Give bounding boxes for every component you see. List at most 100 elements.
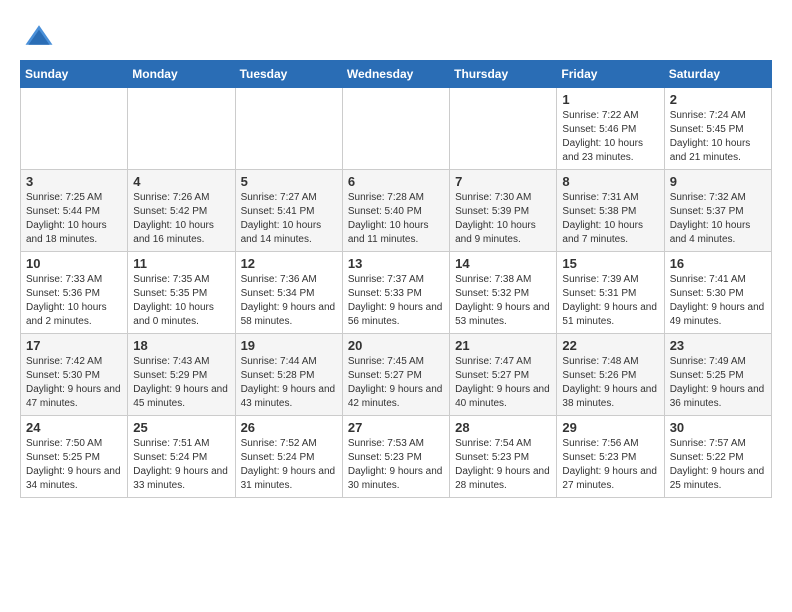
day-cell: [342, 88, 449, 170]
day-cell: 22Sunrise: 7:48 AM Sunset: 5:26 PM Dayli…: [557, 334, 664, 416]
header-sunday: Sunday: [21, 61, 128, 88]
day-number: 4: [133, 174, 229, 189]
day-number: 17: [26, 338, 122, 353]
day-info: Sunrise: 7:27 AM Sunset: 5:41 PM Dayligh…: [241, 191, 337, 247]
header-tuesday: Tuesday: [235, 61, 342, 88]
day-number: 13: [348, 256, 444, 271]
day-cell: 3 Sunrise: 7:25 AM Sunset: 5:44 PM Daylig…: [21, 170, 128, 252]
day-number: 24: [26, 420, 122, 435]
day-info: Sunrise: 7:51 AM Sunset: 5:24 PM Dayligh…: [133, 437, 229, 493]
day-cell: 17 Sunrise: 7:42 AM Sunset: 5:30 PM Dayli…: [21, 334, 128, 416]
logo-text: [20, 20, 54, 55]
day-cell: 27 Sunrise: 7:53 AM Sunset: 5:23 PM Dayli…: [342, 416, 449, 498]
day-cell: 21Sunrise: 7:47 AM Sunset: 5:27 PM Dayli…: [450, 334, 557, 416]
week-row-2: 3 Sunrise: 7:25 AM Sunset: 5:44 PM Daylig…: [21, 170, 772, 252]
day-info: Sunrise: 7:30 AM Sunset: 5:39 PM Dayligh…: [455, 191, 551, 247]
day-info: Sunrise: 7:54 AM Sunset: 5:23 PM Dayligh…: [455, 437, 551, 493]
day-number: 3: [26, 174, 122, 189]
day-number: 10: [26, 256, 122, 271]
day-cell: 12 Sunrise: 7:36 AM Sunset: 5:34 PM Dayli…: [235, 252, 342, 334]
logo-icon: [24, 20, 54, 50]
day-info: Sunrise: 7:38 AM Sunset: 5:32 PM Dayligh…: [455, 273, 551, 329]
week-row-5: 24 Sunrise: 7:50 AM Sunset: 5:25 PM Dayli…: [21, 416, 772, 498]
day-cell: 25 Sunrise: 7:51 AM Sunset: 5:24 PM Dayli…: [128, 416, 235, 498]
day-info: Sunrise: 7:25 AM Sunset: 5:44 PM Dayligh…: [26, 191, 122, 247]
day-info: Sunrise: 7:22 AM Sunset: 5:46 PM Dayligh…: [562, 109, 658, 165]
day-info: Sunrise: 7:44 AM Sunset: 5:28 PM Dayligh…: [241, 355, 337, 411]
day-cell: 9 Sunrise: 7:32 AM Sunset: 5:37 PM Daylig…: [664, 170, 771, 252]
day-number: 5: [241, 174, 337, 189]
day-number: 30: [670, 420, 766, 435]
day-number: 1: [562, 92, 658, 107]
day-cell: 6 Sunrise: 7:28 AM Sunset: 5:40 PM Daylig…: [342, 170, 449, 252]
day-info: Sunrise: 7:37 AM Sunset: 5:33 PM Dayligh…: [348, 273, 444, 329]
calendar-header-row: SundayMondayTuesdayWednesdayThursdayFrid…: [21, 61, 772, 88]
logo: [20, 20, 54, 50]
day-info: Sunrise: 7:33 AM Sunset: 5:36 PM Dayligh…: [26, 273, 122, 329]
day-info: Sunrise: 7:32 AM Sunset: 5:37 PM Dayligh…: [670, 191, 766, 247]
day-number: 9: [670, 174, 766, 189]
day-cell: 7 Sunrise: 7:30 AM Sunset: 5:39 PM Daylig…: [450, 170, 557, 252]
day-cell: 8Sunrise: 7:31 AM Sunset: 5:38 PM Daylig…: [557, 170, 664, 252]
day-info: Sunrise: 7:24 AM Sunset: 5:45 PM Dayligh…: [670, 109, 766, 165]
day-cell: 28 Sunrise: 7:54 AM Sunset: 5:23 PM Dayli…: [450, 416, 557, 498]
day-cell: 29Sunrise: 7:56 AM Sunset: 5:23 PM Dayli…: [557, 416, 664, 498]
header-friday: Friday: [557, 61, 664, 88]
day-info: Sunrise: 7:42 AM Sunset: 5:30 PM Dayligh…: [26, 355, 122, 411]
header: [20, 20, 772, 50]
day-info: Sunrise: 7:53 AM Sunset: 5:23 PM Dayligh…: [348, 437, 444, 493]
day-number: 12: [241, 256, 337, 271]
day-info: Sunrise: 7:45 AM Sunset: 5:27 PM Dayligh…: [348, 355, 444, 411]
day-info: Sunrise: 7:49 AM Sunset: 5:25 PM Dayligh…: [670, 355, 766, 411]
day-info: Sunrise: 7:28 AM Sunset: 5:40 PM Dayligh…: [348, 191, 444, 247]
day-number: 29: [562, 420, 658, 435]
day-info: Sunrise: 7:36 AM Sunset: 5:34 PM Dayligh…: [241, 273, 337, 329]
day-cell: 1 Sunrise: 7:22 AM Sunset: 5:46 PM Daylig…: [557, 88, 664, 170]
day-number: 18: [133, 338, 229, 353]
day-info: Sunrise: 7:57 AM Sunset: 5:22 PM Dayligh…: [670, 437, 766, 493]
day-number: 2: [670, 92, 766, 107]
day-number: 7: [455, 174, 551, 189]
day-cell: 15 Sunrise: 7:39 AM Sunset: 5:31 PM Dayli…: [557, 252, 664, 334]
week-row-4: 17 Sunrise: 7:42 AM Sunset: 5:30 PM Dayli…: [21, 334, 772, 416]
day-number: 20: [348, 338, 444, 353]
day-info: Sunrise: 7:41 AM Sunset: 5:30 PM Dayligh…: [670, 273, 766, 329]
day-info: Sunrise: 7:26 AM Sunset: 5:42 PM Dayligh…: [133, 191, 229, 247]
day-number: 27: [348, 420, 444, 435]
day-info: Sunrise: 7:39 AM Sunset: 5:31 PM Dayligh…: [562, 273, 658, 329]
day-cell: 20 Sunrise: 7:45 AM Sunset: 5:27 PM Dayli…: [342, 334, 449, 416]
header-saturday: Saturday: [664, 61, 771, 88]
day-number: 8: [562, 174, 658, 189]
day-info: Sunrise: 7:50 AM Sunset: 5:25 PM Dayligh…: [26, 437, 122, 493]
week-row-3: 10 Sunrise: 7:33 AM Sunset: 5:36 PM Dayli…: [21, 252, 772, 334]
day-number: 26: [241, 420, 337, 435]
day-number: 11: [133, 256, 229, 271]
day-number: 28: [455, 420, 551, 435]
day-cell: 30 Sunrise: 7:57 AM Sunset: 5:22 PM Dayli…: [664, 416, 771, 498]
day-cell: 18 Sunrise: 7:43 AM Sunset: 5:29 PM Dayli…: [128, 334, 235, 416]
day-cell: [235, 88, 342, 170]
day-cell: 19 Sunrise: 7:44 AM Sunset: 5:28 PM Dayli…: [235, 334, 342, 416]
day-cell: 11 Sunrise: 7:35 AM Sunset: 5:35 PM Dayli…: [128, 252, 235, 334]
day-cell: 16Sunrise: 7:41 AM Sunset: 5:30 PM Dayli…: [664, 252, 771, 334]
day-number: 25: [133, 420, 229, 435]
header-monday: Monday: [128, 61, 235, 88]
day-info: Sunrise: 7:43 AM Sunset: 5:29 PM Dayligh…: [133, 355, 229, 411]
day-number: 6: [348, 174, 444, 189]
day-number: 23: [670, 338, 766, 353]
day-info: Sunrise: 7:48 AM Sunset: 5:26 PM Dayligh…: [562, 355, 658, 411]
day-number: 15: [562, 256, 658, 271]
header-wednesday: Wednesday: [342, 61, 449, 88]
day-cell: [450, 88, 557, 170]
day-info: Sunrise: 7:47 AM Sunset: 5:27 PM Dayligh…: [455, 355, 551, 411]
day-cell: 23 Sunrise: 7:49 AM Sunset: 5:25 PM Dayli…: [664, 334, 771, 416]
day-cell: 2 Sunrise: 7:24 AM Sunset: 5:45 PM Daylig…: [664, 88, 771, 170]
day-cell: 24 Sunrise: 7:50 AM Sunset: 5:25 PM Dayli…: [21, 416, 128, 498]
day-cell: 4 Sunrise: 7:26 AM Sunset: 5:42 PM Daylig…: [128, 170, 235, 252]
day-number: 19: [241, 338, 337, 353]
day-cell: [21, 88, 128, 170]
header-thursday: Thursday: [450, 61, 557, 88]
day-cell: [128, 88, 235, 170]
day-info: Sunrise: 7:35 AM Sunset: 5:35 PM Dayligh…: [133, 273, 229, 329]
week-row-1: 1 Sunrise: 7:22 AM Sunset: 5:46 PM Daylig…: [21, 88, 772, 170]
